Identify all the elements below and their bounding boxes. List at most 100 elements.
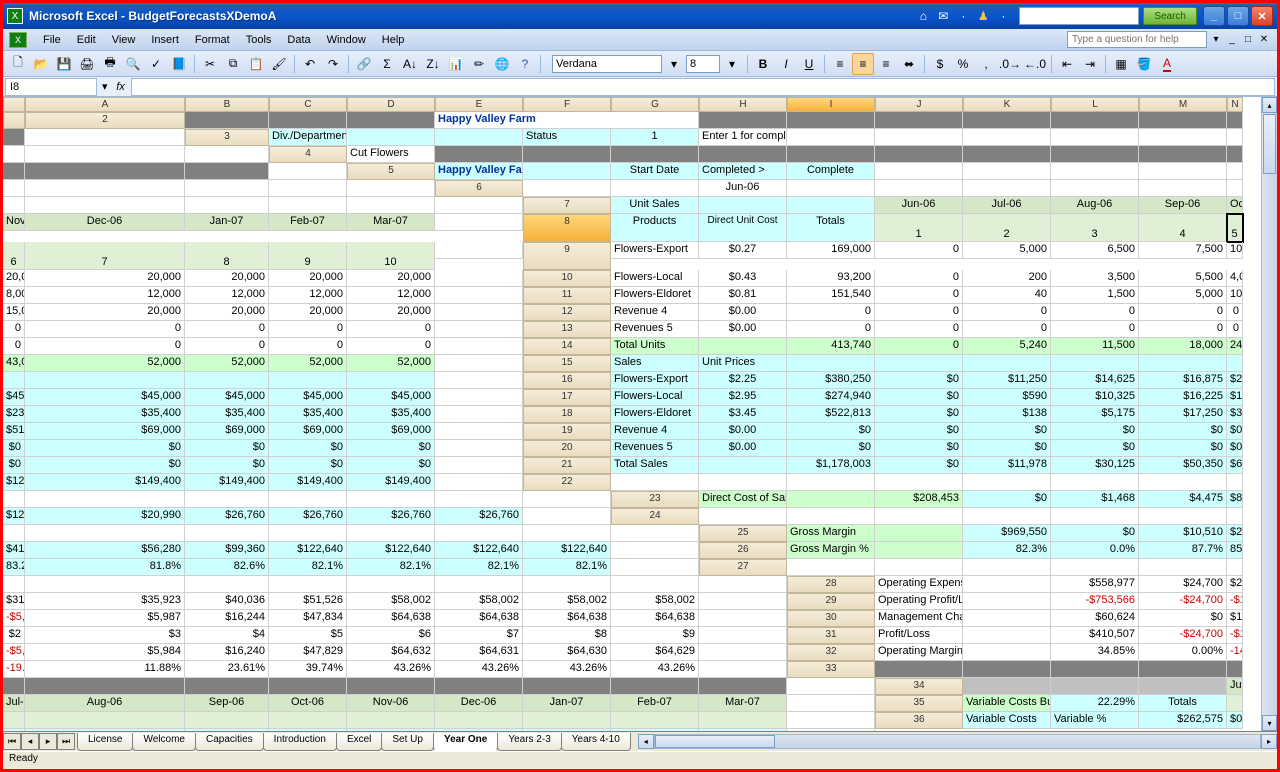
- cell[interactable]: $11,800: [1227, 389, 1243, 406]
- cell[interactable]: 16: [523, 372, 611, 389]
- cell[interactable]: [1139, 508, 1227, 525]
- cell[interactable]: 4: [269, 146, 347, 163]
- cell[interactable]: $0: [185, 440, 269, 457]
- cell[interactable]: [185, 491, 269, 508]
- preview-icon[interactable]: 🔍: [122, 53, 144, 75]
- cell[interactable]: [269, 112, 347, 129]
- cell[interactable]: $40,036: [185, 593, 269, 610]
- cell[interactable]: [1227, 180, 1243, 197]
- cell[interactable]: 8,000: [3, 287, 25, 304]
- cell[interactable]: $0: [1227, 712, 1243, 729]
- cell[interactable]: 413,740: [787, 338, 875, 355]
- cell[interactable]: 0: [185, 338, 269, 355]
- cell[interactable]: 10,000: [1227, 287, 1243, 304]
- cell[interactable]: Jan-07: [185, 214, 269, 231]
- cell[interactable]: [1051, 129, 1139, 146]
- cell[interactable]: -$753,566: [1051, 593, 1139, 610]
- sheet-tab[interactable]: Capacities: [195, 733, 264, 751]
- cell[interactable]: $122,640: [523, 542, 611, 559]
- cell[interactable]: $26,826: [347, 729, 435, 731]
- cell[interactable]: [963, 559, 1051, 576]
- cell[interactable]: $23,600: [3, 406, 25, 423]
- cell[interactable]: [435, 321, 523, 338]
- cell[interactable]: $8,440: [1227, 491, 1243, 508]
- cell[interactable]: $69,000: [25, 423, 185, 440]
- cell[interactable]: $149,400: [185, 474, 269, 491]
- help-dropdown-icon[interactable]: ▾: [1209, 33, 1223, 47]
- cell[interactable]: $10,510: [1139, 525, 1227, 542]
- cell[interactable]: $2.95: [699, 389, 787, 406]
- cell[interactable]: 0: [875, 321, 963, 338]
- cell[interactable]: 27: [699, 559, 787, 576]
- cell[interactable]: [787, 559, 875, 576]
- cell[interactable]: [1227, 112, 1243, 129]
- cell[interactable]: $35,400: [185, 406, 269, 423]
- cell[interactable]: $0: [1139, 610, 1227, 627]
- cell[interactable]: 43,000: [3, 355, 25, 372]
- cell[interactable]: $35,400: [269, 406, 347, 423]
- cell[interactable]: $0: [1139, 423, 1227, 440]
- cell[interactable]: 5,240: [963, 338, 1051, 355]
- cell[interactable]: 23: [611, 491, 699, 508]
- cell[interactable]: [1227, 129, 1243, 146]
- cell[interactable]: Jan-07: [523, 695, 611, 712]
- cell[interactable]: [269, 678, 347, 695]
- cell[interactable]: 0: [787, 321, 875, 338]
- horizontal-scrollbar[interactable]: ◂ ▸: [638, 734, 1277, 750]
- cell[interactable]: $0: [1051, 525, 1139, 542]
- cell[interactable]: 2: [25, 112, 185, 129]
- cell[interactable]: [875, 112, 963, 129]
- cell[interactable]: [435, 372, 523, 389]
- cell[interactable]: Div./Department: [269, 129, 347, 146]
- research-icon[interactable]: 📘: [168, 53, 190, 75]
- sheet-tab[interactable]: Year One: [433, 733, 498, 751]
- cell[interactable]: [25, 163, 185, 180]
- cell[interactable]: [435, 304, 523, 321]
- cell[interactable]: 0: [963, 304, 1051, 321]
- cell[interactable]: Revenue 4: [611, 423, 699, 440]
- cell[interactable]: 82.1%: [269, 559, 347, 576]
- cell[interactable]: $12,520: [3, 508, 25, 525]
- hscroll-thumb[interactable]: [655, 735, 775, 748]
- redo-icon[interactable]: ↷: [322, 53, 344, 75]
- cell[interactable]: $27,363: [1227, 576, 1243, 593]
- cell[interactable]: [435, 338, 523, 355]
- cell[interactable]: $7: [435, 627, 523, 644]
- cell[interactable]: $10,325: [1051, 389, 1139, 406]
- cell[interactable]: I: [787, 97, 875, 112]
- cell[interactable]: 7,500: [1139, 242, 1227, 259]
- cell[interactable]: $262,575: [1139, 712, 1227, 729]
- cell[interactable]: $51,750: [3, 423, 25, 440]
- cell[interactable]: 12,000: [269, 287, 347, 304]
- cell[interactable]: 3: [1051, 214, 1139, 242]
- mail-icon[interactable]: ✉: [935, 8, 951, 24]
- size-dropdown-icon[interactable]: ▾: [721, 53, 743, 75]
- cell[interactable]: [347, 112, 435, 129]
- cell[interactable]: [3, 97, 25, 112]
- cell[interactable]: N: [1227, 97, 1243, 112]
- cell[interactable]: [1051, 112, 1139, 129]
- cell[interactable]: Flowers-Local: [611, 270, 699, 287]
- cell[interactable]: [347, 678, 435, 695]
- cell[interactable]: [3, 146, 25, 163]
- cell[interactable]: [435, 440, 523, 457]
- cell[interactable]: [1051, 146, 1139, 163]
- cell[interactable]: 0: [875, 338, 963, 355]
- cell[interactable]: $69,000: [269, 423, 347, 440]
- cell[interactable]: [963, 593, 1051, 610]
- cell[interactable]: 0: [1139, 304, 1227, 321]
- cell[interactable]: 20,000: [185, 304, 269, 321]
- cell[interactable]: $33,302: [435, 729, 523, 731]
- cell[interactable]: [185, 712, 269, 729]
- cell[interactable]: $35,400: [25, 406, 185, 423]
- cell[interactable]: $138: [963, 406, 1051, 423]
- cell[interactable]: [1051, 474, 1139, 491]
- cell[interactable]: 5,000: [963, 242, 1051, 259]
- cell[interactable]: [3, 525, 25, 542]
- cell[interactable]: $69,000: [185, 423, 269, 440]
- cell[interactable]: $122,640: [347, 542, 435, 559]
- cell[interactable]: 7: [25, 242, 185, 270]
- cell[interactable]: $0: [1227, 440, 1243, 457]
- cell[interactable]: 20,000: [3, 270, 25, 287]
- cell[interactable]: [787, 474, 875, 491]
